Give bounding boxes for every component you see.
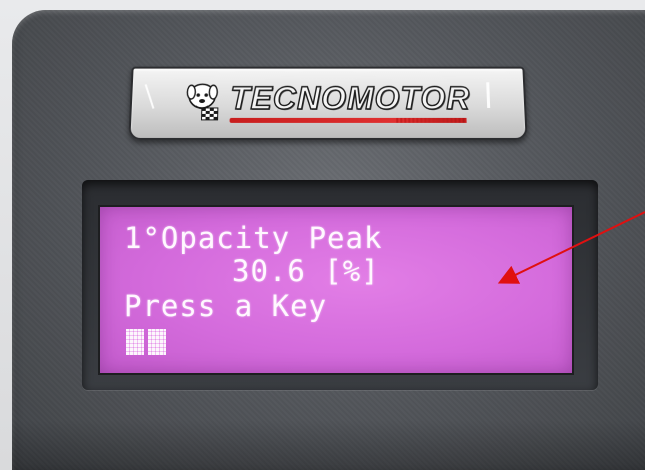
cursor-cell	[126, 329, 144, 355]
lcd-line-value: 30.6 [%]	[232, 254, 380, 288]
dog-mascot-icon	[187, 83, 219, 120]
cursor-cell	[148, 329, 166, 355]
device-lower-panel	[12, 420, 645, 470]
lcd-display: 1°Opacity Peak 30.6 [%] Press a Key	[98, 205, 574, 375]
reflection-mark	[144, 81, 163, 109]
brand-logo-plate: TECNOMOTOR	[128, 66, 528, 140]
lcd-line-title: 1°Opacity Peak	[124, 221, 383, 255]
brand-logo-text: TECNOMOTOR	[229, 80, 472, 117]
block-cursor-icon	[126, 329, 170, 355]
photo-frame: TECNOMOTOR 1°Opacity Peak 30.6 [%] Press…	[0, 0, 645, 470]
lcd-line-prompt: Press a Key	[124, 289, 328, 323]
brand-logo-underline	[229, 117, 467, 123]
reflection-mark	[486, 82, 499, 108]
